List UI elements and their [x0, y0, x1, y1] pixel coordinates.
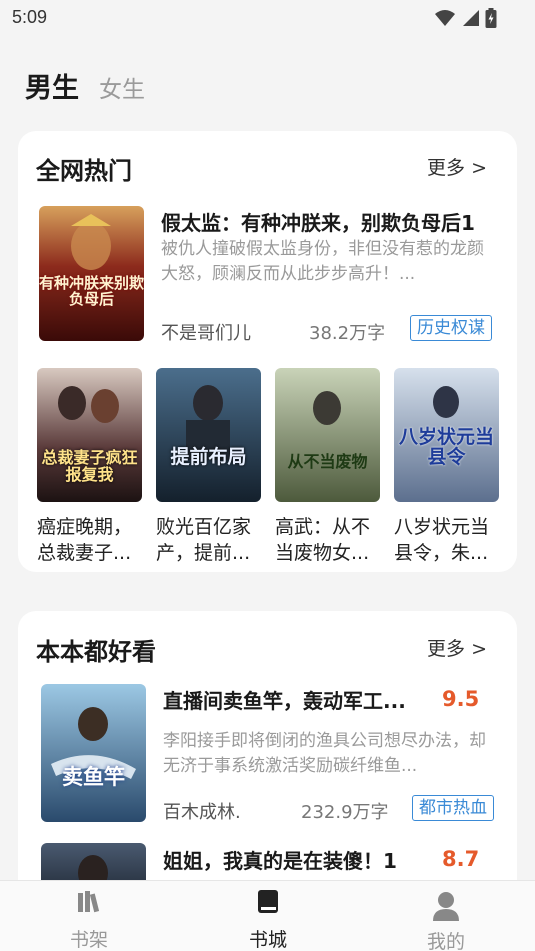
signal-icon [463, 10, 479, 26]
bottom-nav: 书架 书城 我的 [0, 880, 535, 951]
nav-item-bookshelf[interactable]: 书架 [39, 881, 139, 951]
battery-icon [485, 8, 497, 28]
book-author: 不是哥们儿 [161, 323, 251, 344]
book-title[interactable]: 假太监：有种冲朕来，别欺负母后1 [161, 207, 511, 236]
cover-text: 提前布局 [170, 446, 247, 468]
book-icon [258, 890, 278, 913]
grid-book-title[interactable]: 高武：从不当废物女... [275, 514, 383, 566]
tab-female[interactable]: 女生 [99, 70, 145, 104]
nav-label: 书城 [248, 929, 287, 951]
category-tag[interactable]: 都市热血 [412, 795, 494, 821]
book-cover[interactable]: 提前布局 [156, 368, 261, 502]
status-time: 5:09 [12, 7, 48, 27]
status-icons [435, 8, 497, 28]
more-link[interactable]: 更多 > [427, 634, 487, 661]
cover-text: 从不当废物 [287, 452, 368, 471]
hot-section-card: 全网热门 更多 > 有种冲朕来别欺负母后 假太监：有种冲朕来，别欺负母后1 被仇… [18, 131, 517, 572]
category-tag[interactable]: 历史权谋 [410, 315, 492, 341]
cover-text: 八岁状元当县令 [398, 426, 494, 468]
book-cover[interactable]: 有种冲朕来别欺负母后 [39, 206, 144, 341]
section-title: 本本都好看 [36, 638, 156, 666]
nav-item-bookstore[interactable]: 书城 [218, 881, 318, 951]
nav-item-profile[interactable]: 我的 [396, 881, 496, 951]
good-section-card: 本本都好看 更多 > 卖鱼竿 直播间卖鱼竿，轰动军工... 9.5 李阳接手即将… [18, 611, 517, 911]
cover-text: 总裁妻子疯狂报复我 [41, 448, 138, 484]
wifi-icon [435, 10, 455, 26]
book-description: 被仇人撞破假太监身份，非但没有惹的龙颜大怒，顾澜反而从此步步高升！... [161, 239, 484, 284]
word-count: 232.9万字 [301, 802, 389, 823]
gender-tabs: 男生 女生 [25, 66, 145, 105]
grid-book-title[interactable]: 八岁状元当县令，朱... [394, 514, 502, 566]
status-bar: 5:09 [0, 0, 535, 36]
book-author: 百木成林. [163, 802, 241, 823]
bookshelf-icon [78, 891, 100, 913]
book-cover[interactable]: 八岁状元当县令 [394, 368, 499, 502]
cover-text: 有种冲朕来别欺负母后 [39, 274, 144, 308]
section-title: 全网热门 [36, 157, 132, 185]
book-title[interactable]: 姐姐，我真的是在装傻！1 [163, 845, 423, 874]
nav-label: 我的 [426, 931, 465, 951]
book-description: 李阳接手即将倒闭的渔具公司想尽办法，却无济于事系统激活奖励碳纤维鱼... [163, 731, 486, 776]
book-cover[interactable]: 总裁妻子疯狂报复我 [37, 368, 142, 502]
book-cover[interactable]: 从不当废物 [275, 368, 380, 502]
tab-male[interactable]: 男生 [25, 66, 79, 105]
grid-book-title[interactable]: 败光百亿家产，提前... [156, 514, 264, 566]
person-icon [433, 892, 459, 921]
book-score: 9.5 [442, 687, 480, 711]
nav-label: 书架 [69, 929, 108, 951]
word-count: 38.2万字 [309, 323, 386, 344]
cover-text: 卖鱼竿 [62, 764, 125, 789]
more-link[interactable]: 更多 > [427, 153, 487, 180]
book-cover[interactable]: 卖鱼竿 [41, 684, 146, 822]
grid-book-title[interactable]: 癌症晚期，总裁妻子... [37, 514, 145, 566]
book-title[interactable]: 直播间卖鱼竿，轰动军工... [163, 685, 413, 714]
book-score: 8.7 [442, 847, 480, 871]
